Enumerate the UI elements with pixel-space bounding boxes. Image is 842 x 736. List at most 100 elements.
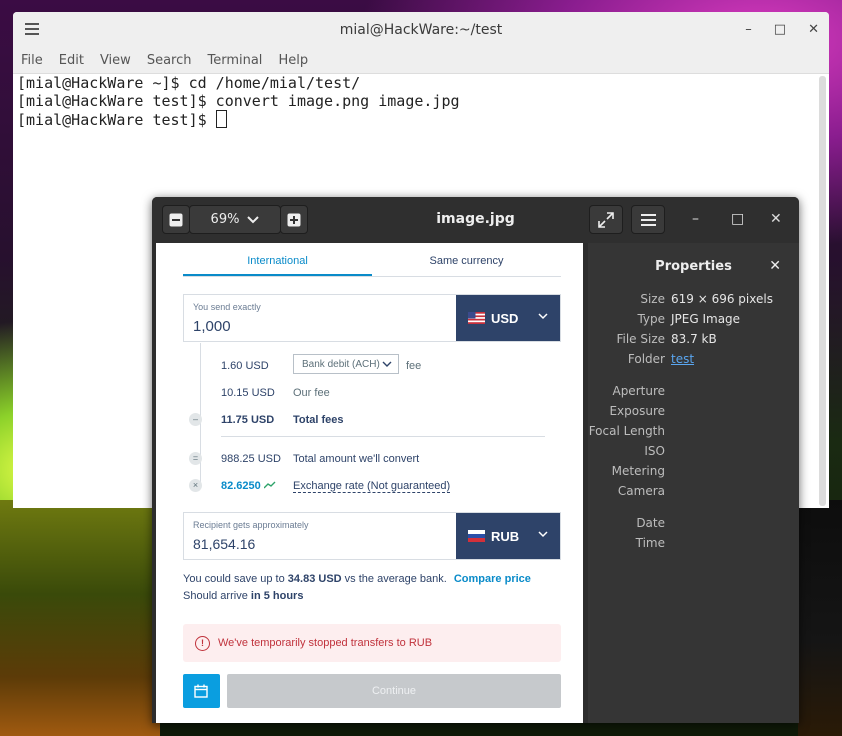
prop-key: Camera xyxy=(617,484,665,498)
viewer-menu-button[interactable] xyxy=(631,205,665,234)
send-currency-code: USD xyxy=(491,310,519,326)
wallpaper-ground-left xyxy=(0,500,160,736)
savings-text: You could save up to 34.83 USD vs the av… xyxy=(183,573,531,585)
receive-currency: RUB xyxy=(456,513,560,559)
prop-value: 619 × 696 pixels xyxy=(671,292,773,306)
zoom-in-button[interactable] xyxy=(280,205,308,234)
terminal-line: [mial@HackWare ~]$ cd /home/mial/test/ xyxy=(17,74,361,92)
minimize-icon[interactable]: – xyxy=(692,211,699,227)
close-icon[interactable]: ✕ xyxy=(770,211,782,227)
close-icon[interactable]: ✕ xyxy=(769,258,781,274)
exchange-rate: 82.6250 xyxy=(221,480,276,492)
savings-prefix: You could save up to xyxy=(183,573,285,585)
menu-search[interactable]: Search xyxy=(147,53,192,68)
prop-key: Time xyxy=(635,536,665,550)
arrival-text: Should arrive in 5 hours xyxy=(183,590,303,602)
close-icon[interactable]: ✕ xyxy=(808,22,819,37)
image-viewer-window: 69% image.jpg – □ ✕ International Same c… xyxy=(152,197,799,723)
terminal-line: [mial@HackWare test]$ convert image.png … xyxy=(17,92,460,110)
bank-fee-amount: 1.60 USD xyxy=(221,360,269,372)
folder-link[interactable]: test xyxy=(671,352,694,366)
terminal-scrollbar[interactable] xyxy=(819,76,826,506)
prop-key: File Size xyxy=(616,332,665,346)
arrival-prefix: Should arrive xyxy=(183,590,248,602)
menu-file[interactable]: File xyxy=(21,53,43,68)
payment-method-select: Bank debit (ACH) xyxy=(293,354,399,374)
hamburger-menu-icon[interactable] xyxy=(25,23,39,38)
viewer-headerbar: 69% image.jpg – □ ✕ xyxy=(152,197,799,243)
savings-amount: 34.83 USD xyxy=(287,573,342,585)
terminal-output[interactable]: [mial@HackWare ~]$ cd /home/mial/test/ [… xyxy=(13,74,829,129)
properties-panel: Properties ✕ Size 619 × 696 pixels Type … xyxy=(588,243,799,723)
convert-label: Total amount we'll convert xyxy=(293,453,420,465)
send-currency: USD xyxy=(456,295,560,341)
chevron-down-icon xyxy=(247,215,260,223)
terminal-titlebar: mial@HackWare:~/test – □ ✕ xyxy=(13,12,829,48)
terminal-cursor xyxy=(215,110,227,128)
terminal-title: mial@HackWare:~/test xyxy=(339,22,503,38)
prop-key: Date xyxy=(636,516,665,530)
send-amount-box: You send exactly 1,000 USD xyxy=(183,294,561,342)
us-flag-icon xyxy=(468,312,485,324)
ru-flag-icon xyxy=(468,530,485,542)
total-fees-label: Total fees xyxy=(293,414,344,426)
prop-key: Type xyxy=(637,312,665,326)
fullscreen-button[interactable] xyxy=(589,205,623,234)
alert-icon: ! xyxy=(195,635,210,651)
maximize-icon[interactable]: □ xyxy=(731,211,744,227)
transfer-tabs: International Same currency xyxy=(183,252,561,277)
receive-amount-box: Recipient gets approximately 81,654.16 R… xyxy=(183,512,561,560)
prop-key: Folder xyxy=(627,352,665,366)
our-fee-amount: 10.15 USD xyxy=(221,387,275,399)
minus-circle-icon: – xyxy=(189,413,202,426)
total-fees-amount: 11.75 USD xyxy=(221,414,275,426)
hamburger-icon xyxy=(640,213,656,226)
prop-key: Aperture xyxy=(612,384,665,398)
menu-view[interactable]: View xyxy=(100,53,131,68)
plus-icon xyxy=(287,213,301,226)
compare-price-link: Compare price xyxy=(453,573,531,585)
continue-button: Continue xyxy=(227,674,561,708)
arrival-time: in 5 hours xyxy=(250,590,304,602)
tab-international: International xyxy=(183,252,372,276)
menu-edit[interactable]: Edit xyxy=(59,53,84,68)
menu-terminal[interactable]: Terminal xyxy=(207,53,262,68)
equals-circle-icon: = xyxy=(189,452,202,465)
transfer-alert: ! We've temporarily stopped transfers to… xyxy=(183,624,561,662)
chevron-down-icon xyxy=(382,361,392,367)
menu-help[interactable]: Help xyxy=(278,53,308,68)
zoom-level-dropdown[interactable]: 69% xyxy=(189,205,281,234)
receive-value: 81,654.16 xyxy=(193,536,256,552)
send-value: 1,000 xyxy=(193,318,231,335)
chevron-down-icon xyxy=(538,313,548,320)
prop-key: Size xyxy=(640,292,665,306)
multiply-circle-icon: × xyxy=(189,479,202,492)
trend-up-icon xyxy=(263,481,276,489)
receive-label: Recipient gets approximately xyxy=(193,520,309,530)
displayed-image: International Same currency You send exa… xyxy=(156,243,583,723)
prop-key: Focal Length xyxy=(588,424,665,438)
window-controls: – □ ✕ xyxy=(745,22,819,37)
convert-amount: 988.25 USD xyxy=(221,453,281,465)
zoom-out-button[interactable] xyxy=(162,205,190,234)
our-fee-label: Our fee xyxy=(293,387,330,399)
fee-suffix: fee xyxy=(406,360,422,372)
exchange-rate-label-text: Exchange rate (Not guaranteed) xyxy=(293,480,451,493)
prop-value: 83.7 kB xyxy=(671,332,717,346)
calendar-icon xyxy=(194,684,208,698)
minus-icon xyxy=(169,213,183,226)
prop-key: Exposure xyxy=(609,404,665,418)
maximize-icon[interactable]: □ xyxy=(774,22,786,37)
exchange-rate-label: Exchange rate (Not guaranteed) xyxy=(293,480,451,493)
terminal-line: [mial@HackWare test]$ xyxy=(17,110,829,129)
zoom-level: 69% xyxy=(210,212,240,227)
tab-same-currency: Same currency xyxy=(429,255,504,267)
terminal-prompt: [mial@HackWare test]$ xyxy=(17,111,216,129)
chevron-down-icon xyxy=(538,531,548,538)
alert-text: We've temporarily stopped transfers to R… xyxy=(218,637,433,649)
properties-title: Properties xyxy=(655,259,732,274)
send-label: You send exactly xyxy=(193,302,261,312)
terminal-menubar: File Edit View Search Terminal Help xyxy=(13,48,829,74)
minimize-icon[interactable]: – xyxy=(745,22,752,37)
savings-suffix: vs the average bank. xyxy=(344,573,447,585)
